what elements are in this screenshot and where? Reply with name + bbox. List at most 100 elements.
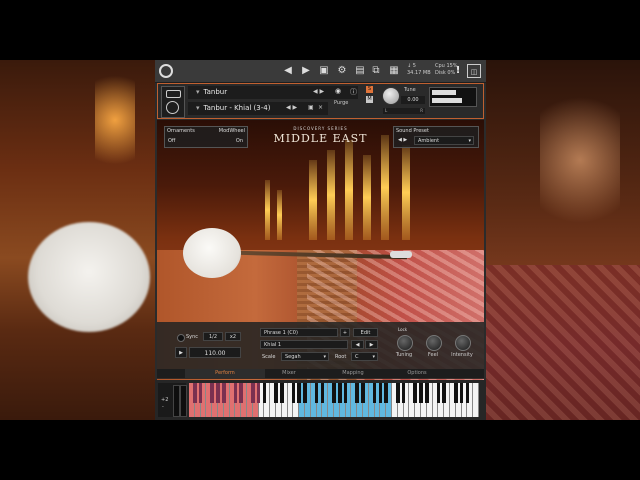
black-key[interactable] <box>332 383 336 403</box>
black-key[interactable] <box>459 383 464 403</box>
next-icon[interactable]: ▶ <box>299 64 313 78</box>
ornaments-on[interactable]: On <box>236 138 243 144</box>
view-toggle-icon[interactable]: ◫ <box>467 64 481 78</box>
tuning-knob[interactable] <box>397 335 413 351</box>
info-icon[interactable]: ⓘ <box>350 87 357 97</box>
khial-prev-icon[interactable]: ◀ <box>351 340 364 349</box>
black-key[interactable] <box>338 383 342 403</box>
black-key[interactable] <box>210 383 214 403</box>
phrase-select[interactable]: Phrase 1 (C0) <box>260 328 338 337</box>
black-key[interactable] <box>419 383 423 403</box>
preset-name[interactable]: ▾ Tanbur - Khial (3-4) <box>188 102 328 115</box>
instrument-icon[interactable] <box>161 86 185 118</box>
kontakt-logo-icon[interactable] <box>159 64 173 78</box>
black-key[interactable] <box>378 383 383 403</box>
white-key[interactable] <box>473 383 479 417</box>
black-key[interactable] <box>274 383 278 403</box>
browser-icon[interactable]: ⧉ <box>369 64 383 78</box>
black-key[interactable] <box>454 383 458 403</box>
lantern-light <box>363 155 371 240</box>
wheels: +2 - <box>158 383 187 417</box>
black-key[interactable] <box>465 383 470 403</box>
black-key[interactable] <box>198 383 203 403</box>
alert-icon[interactable]: ! <box>451 64 465 78</box>
intensity-knob[interactable] <box>455 335 471 351</box>
black-key[interactable] <box>262 383 267 403</box>
half-speed-button[interactable]: 1/2 <box>203 332 223 341</box>
mute-button[interactable]: M <box>366 96 373 103</box>
ni-logo-icon <box>166 101 179 114</box>
black-key[interactable] <box>320 383 325 403</box>
output-meter <box>429 87 477 107</box>
cpu-icon[interactable]: ▦ <box>387 64 401 78</box>
black-key[interactable] <box>280 383 284 403</box>
octave-label[interactable]: +2 <box>161 397 168 403</box>
tune-value[interactable]: 0.00 <box>401 96 425 104</box>
solo-button[interactable]: S <box>366 86 373 93</box>
black-key[interactable] <box>233 383 238 403</box>
black-key[interactable] <box>239 383 243 403</box>
black-key[interactable] <box>297 383 301 403</box>
root-label: Root <box>335 354 347 360</box>
sound-preset-select[interactable]: Ambient ▾ <box>414 136 474 145</box>
snapshot-icon[interactable]: ▣ <box>308 104 314 111</box>
black-key[interactable] <box>401 383 406 403</box>
black-key[interactable] <box>425 383 429 403</box>
black-key[interactable] <box>256 383 261 403</box>
background-light-right <box>540 80 620 240</box>
khial-select[interactable]: Khial 1 <box>260 340 348 349</box>
tab-options[interactable]: Options <box>377 369 457 378</box>
feel-knob[interactable] <box>426 335 442 351</box>
khial-next-icon[interactable]: ▶ <box>365 340 378 349</box>
add-phrase-button[interactable]: + <box>340 328 350 337</box>
sound-preset-nav-icon[interactable]: ◀ ▶ <box>398 137 407 143</box>
pitch-wheel[interactable] <box>173 385 180 417</box>
black-key[interactable] <box>193 383 197 403</box>
mod-wheel[interactable] <box>180 385 187 417</box>
root-select[interactable]: C ▾ <box>351 352 378 361</box>
edit-button[interactable]: Edit <box>353 328 378 337</box>
tempo-field[interactable]: 110.00 <box>189 347 241 358</box>
delete-icon[interactable]: × <box>318 104 323 111</box>
keyboard-area: +2 - <box>155 380 486 420</box>
black-key[interactable] <box>222 383 226 403</box>
instrument-nav-icon[interactable]: ◀ ▶ <box>313 88 324 95</box>
sync-toggle[interactable] <box>177 334 185 342</box>
black-key[interactable] <box>396 383 400 403</box>
black-key[interactable] <box>314 383 319 403</box>
scale-select[interactable]: Segah ▾ <box>281 352 329 361</box>
gear-icon[interactable]: ⚙ <box>335 64 349 78</box>
ornaments-source[interactable]: ModWheel <box>219 128 245 134</box>
black-key[interactable] <box>303 383 307 403</box>
black-key[interactable] <box>216 383 220 403</box>
black-key[interactable] <box>361 383 365 403</box>
pan-slider[interactable]: L R <box>383 108 425 114</box>
scale-label: Scale <box>262 354 276 360</box>
black-key[interactable] <box>372 383 377 403</box>
lantern-light <box>327 150 335 240</box>
tune-knob[interactable] <box>382 87 400 105</box>
camera-icon[interactable]: ◉ <box>335 87 341 95</box>
black-key[interactable] <box>251 383 255 403</box>
save-icon[interactable]: ▣ <box>317 64 331 78</box>
play-button[interactable]: ▶ <box>175 347 187 358</box>
lantern-light <box>309 160 317 240</box>
purge-button[interactable]: Purge <box>334 100 348 106</box>
black-key[interactable] <box>355 383 359 403</box>
preset-nav-icon[interactable]: ◀ ▶ <box>286 104 297 111</box>
black-key[interactable] <box>413 383 417 403</box>
background-carpet-blur <box>486 265 640 420</box>
piano-keyboard[interactable] <box>189 383 483 417</box>
black-key[interactable] <box>436 383 441 403</box>
background-tanbur-blur <box>28 222 150 332</box>
prev-icon[interactable]: ◀ <box>281 64 295 78</box>
octave-minus[interactable]: - <box>162 404 164 410</box>
black-key[interactable] <box>442 383 446 403</box>
black-key[interactable] <box>384 383 388 403</box>
rack-icon[interactable]: ▤ <box>353 64 367 78</box>
double-speed-button[interactable]: x2 <box>225 332 241 341</box>
ornaments-off[interactable]: Off <box>168 138 175 144</box>
black-key[interactable] <box>343 383 348 403</box>
instrument-name[interactable]: ▾ Tanbur <box>188 86 358 99</box>
black-key[interactable] <box>291 383 296 403</box>
